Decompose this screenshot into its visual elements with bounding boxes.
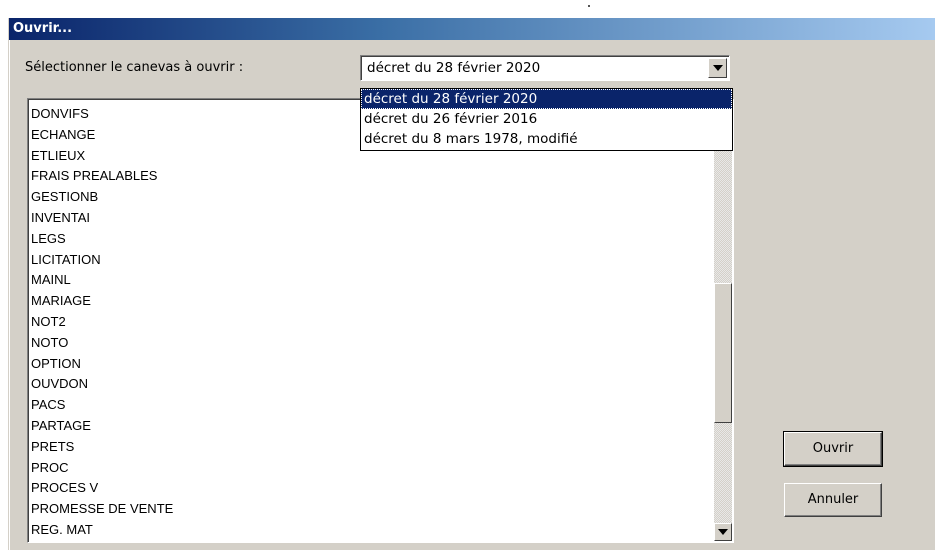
list-item[interactable]: OUVDON bbox=[31, 374, 173, 395]
list-item[interactable]: PACS bbox=[31, 395, 173, 416]
list-item[interactable]: OPTION bbox=[31, 354, 173, 375]
template-select[interactable]: décret du 28 février 2020 bbox=[360, 55, 730, 81]
open-button[interactable]: Ouvrir bbox=[783, 431, 883, 467]
template-list[interactable]: DONVIFS ECHANGE ETLIEUX FRAIS PREALABLES GES… bbox=[27, 98, 734, 543]
list-item[interactable]: INVENTAI bbox=[31, 208, 173, 229]
list-item[interactable]: NOT2 bbox=[31, 312, 173, 333]
dropdown-button[interactable] bbox=[708, 58, 727, 78]
dropdown-option[interactable]: décret du 26 février 2016 bbox=[361, 109, 732, 129]
list-item[interactable]: GESTIONB bbox=[31, 187, 173, 208]
list-item[interactable]: MARIAGE bbox=[31, 291, 173, 312]
dropdown-option[interactable]: décret du 28 février 2020 bbox=[361, 89, 732, 109]
list-item[interactable]: ETLIEUX bbox=[31, 146, 173, 167]
cancel-button[interactable]: Annuler bbox=[784, 483, 882, 517]
list-item[interactable]: PRETS bbox=[31, 437, 173, 458]
background-mark bbox=[588, 5, 590, 7]
list-item[interactable]: MAINL bbox=[31, 270, 173, 291]
title-bar: Ouvrir... bbox=[9, 18, 935, 40]
list-item[interactable]: REG. MAT bbox=[31, 520, 173, 541]
list-item[interactable]: FRAIS PREALABLES bbox=[31, 166, 173, 187]
list-item[interactable]: ECHANGE bbox=[31, 125, 173, 146]
dropdown-option[interactable]: décret du 8 mars 1978, modifié bbox=[361, 129, 732, 149]
list-item[interactable]: NOTO bbox=[31, 333, 173, 354]
list-item[interactable]: PROCES V bbox=[31, 478, 173, 499]
open-dialog: Ouvrir... Sélectionner le canevas à ouvr… bbox=[8, 18, 935, 550]
chevron-down-icon bbox=[713, 65, 723, 71]
template-select-value: décret du 28 février 2020 bbox=[367, 60, 541, 76]
list-item[interactable]: PARTAGE bbox=[31, 416, 173, 437]
selector-label: Sélectionner le canevas à ouvrir : bbox=[25, 60, 244, 75]
template-options: décret du 28 février 2020 décret du 26 fé… bbox=[360, 88, 733, 151]
scrollbar-thumb[interactable] bbox=[714, 283, 732, 423]
list-item[interactable]: LEGS bbox=[31, 229, 173, 250]
template-list-items: DONVIFS ECHANGE ETLIEUX FRAIS PREALABLES GES… bbox=[31, 104, 173, 541]
list-item[interactable]: LICITATION bbox=[31, 250, 173, 271]
list-item[interactable]: PROMESSE DE VENTE bbox=[31, 499, 173, 520]
list-item[interactable]: PROC bbox=[31, 458, 173, 479]
list-item[interactable]: DONVIFS bbox=[31, 104, 173, 125]
scroll-down-button[interactable] bbox=[714, 523, 732, 541]
vertical-scrollbar[interactable] bbox=[714, 100, 732, 541]
chevron-down-icon bbox=[718, 529, 728, 535]
